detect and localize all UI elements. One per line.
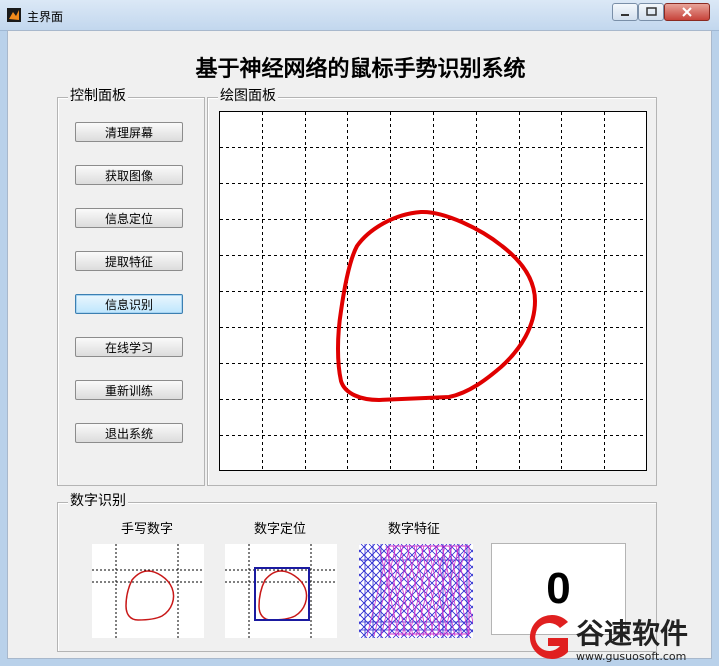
- clear-screen-button[interactable]: 清理屏幕: [75, 122, 183, 142]
- minimize-button[interactable]: [612, 3, 638, 21]
- locate-info-button[interactable]: 信息定位: [75, 208, 183, 228]
- feature-lines-magenta: [366, 545, 473, 637]
- handwritten-digit-image: [92, 544, 204, 638]
- feature-line: [401, 545, 425, 637]
- handwritten-stroke: [125, 570, 175, 621]
- location-caption: 数字定位: [253, 522, 306, 537]
- maximize-button[interactable]: [638, 3, 664, 21]
- online-learning-button[interactable]: 在线学习: [75, 337, 183, 357]
- application-window: 主界面 基于神经网络的鼠标手势识别系统 控制面板 清理屏幕 获取图像 信息定位 …: [0, 0, 719, 666]
- control-panel-label: 控制面板: [68, 88, 128, 104]
- maximize-icon: [646, 7, 657, 16]
- digit-feature-image: [359, 544, 473, 638]
- matlab-icon: [7, 8, 21, 22]
- digit-recognition-label: 数字识别: [68, 493, 128, 509]
- watermark-brand: 谷速软件: [576, 617, 689, 650]
- watermark-url: www.gusuosoft.com: [576, 650, 687, 663]
- recognize-button[interactable]: 信息识别: [75, 294, 183, 314]
- digit-location-image: [225, 544, 337, 638]
- feature-line: [394, 545, 418, 637]
- close-icon: [682, 7, 692, 17]
- minimize-icon: [621, 14, 629, 16]
- retrain-button[interactable]: 重新训练: [75, 380, 183, 400]
- feature-line: [415, 545, 439, 637]
- feature-line: [422, 545, 446, 637]
- watermark: 谷速软件 www.gusuosoft.com: [518, 608, 719, 666]
- page-title: 基于神经网络的鼠标手势识别系统: [195, 56, 526, 82]
- drawing-panel-label: 绘图面板: [218, 88, 278, 104]
- feature-line: [366, 545, 390, 637]
- get-image-button[interactable]: 获取图像: [75, 165, 183, 185]
- drawing-canvas[interactable]: [219, 111, 647, 471]
- handwritten-caption: 手写数字: [120, 522, 173, 537]
- figure-client-area: 基于神经网络的鼠标手势识别系统 控制面板 清理屏幕 获取图像 信息定位 提取特征…: [7, 30, 712, 659]
- feature-caption: 数字特征: [387, 522, 440, 537]
- window-title: 主界面: [27, 10, 64, 24]
- feature-line: [359, 613, 384, 638]
- close-button[interactable]: [664, 3, 710, 21]
- title-bar[interactable]: 主界面: [0, 0, 719, 31]
- feature-line: [359, 544, 384, 569]
- brand-logo-icon: [529, 615, 568, 659]
- feature-line: [408, 545, 432, 637]
- exit-system-button[interactable]: 退出系统: [75, 423, 183, 443]
- extract-features-button[interactable]: 提取特征: [75, 251, 183, 271]
